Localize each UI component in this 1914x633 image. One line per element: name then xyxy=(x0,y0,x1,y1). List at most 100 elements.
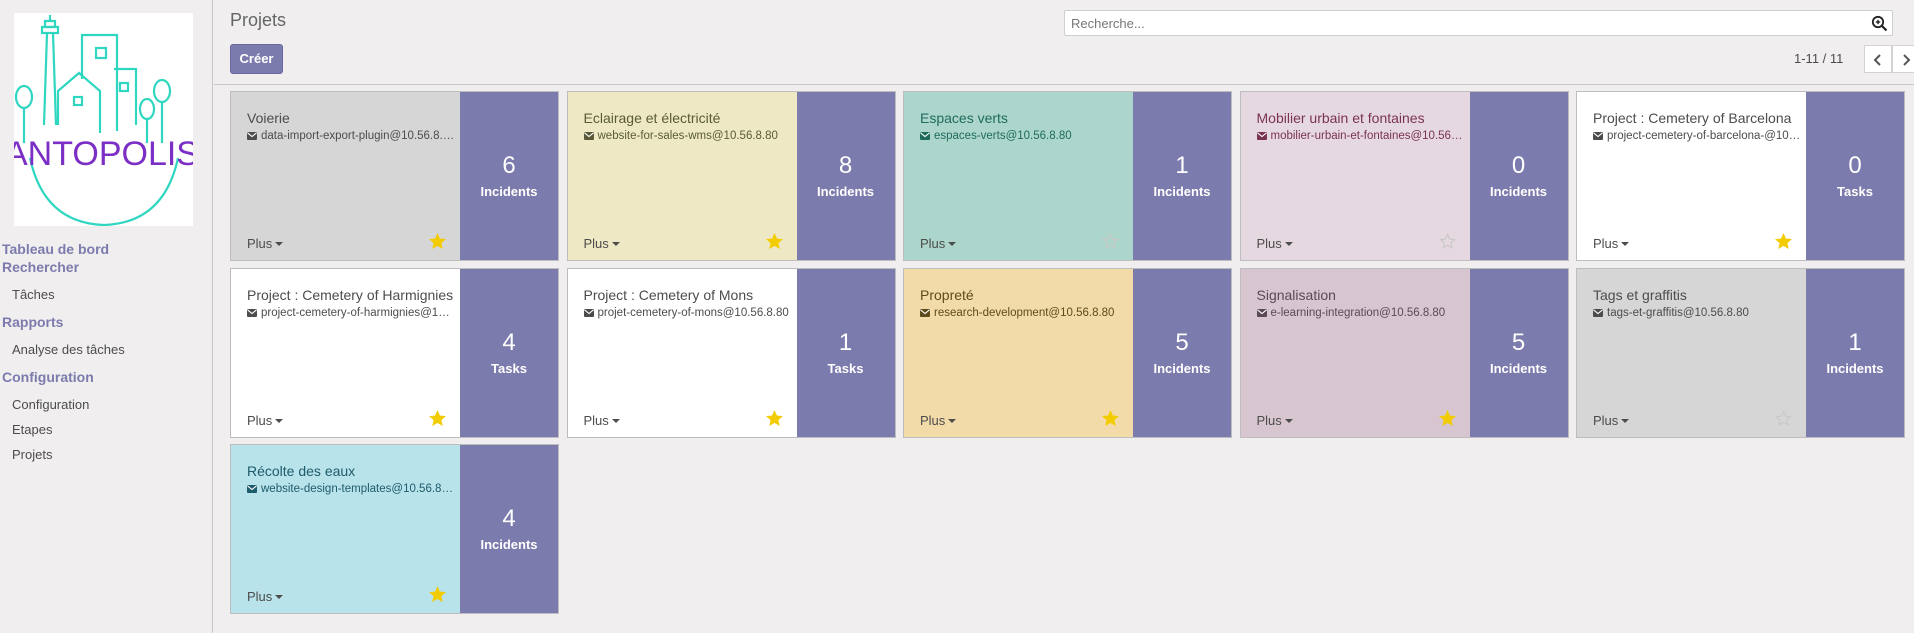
project-email-text: tags-et-graffitis@10.56.8.80 xyxy=(1607,306,1749,319)
project-email-text: website-for-sales-wms@10.56.8.80 xyxy=(597,130,778,142)
nav-item-projects[interactable]: Projets xyxy=(0,442,212,467)
more-dropdown[interactable]: Plus xyxy=(1257,236,1293,251)
create-button[interactable]: Créer xyxy=(230,44,283,74)
project-card-body[interactable]: Signalisation e-learning-integration@10.… xyxy=(1240,268,1470,437)
task-count-label: Tasks xyxy=(1837,184,1873,199)
app-logo[interactable]: ANTOPOLIS xyxy=(14,13,193,226)
more-dropdown[interactable]: Plus xyxy=(1593,236,1630,251)
project-card-body[interactable]: Project : Cemetery of Mons projet-cemete… xyxy=(567,268,797,437)
task-count-label: Incidents xyxy=(480,184,538,199)
project-card-body[interactable]: Propreté research-development@10.56.8.80… xyxy=(904,268,1133,437)
page-title: Projets xyxy=(230,10,287,30)
project-task-count-button[interactable]: 8 Incidents xyxy=(796,92,895,260)
project-name: Project : Cemetery of Harmignies xyxy=(247,286,454,303)
project-card-6[interactable]: Project : Cemetery of Harmignies project… xyxy=(230,267,559,438)
more-dropdown[interactable]: Plus xyxy=(1593,412,1630,428)
nav-item-task-analysis[interactable]: Analyse des tâches xyxy=(0,337,212,362)
search-icon[interactable] xyxy=(1871,15,1888,32)
caret-down-icon xyxy=(611,242,620,246)
nav-section-reports[interactable]: Rapports xyxy=(0,313,212,331)
project-card-1[interactable]: Voierie data-import-export-plugin@10.56.… xyxy=(230,91,559,261)
more-dropdown[interactable]: Plus xyxy=(247,413,284,428)
sidebar: ANTOPOLIS Tableau de bord Rechercher Tâc… xyxy=(0,0,213,633)
project-task-count-button[interactable]: 0 Tasks xyxy=(1806,92,1904,260)
project-email: data-import-export-plugin@10.56.8.80 xyxy=(247,130,455,142)
envelope-icon xyxy=(247,132,257,140)
project-card-7[interactable]: Project : Cemetery of Mons projet-cemete… xyxy=(566,267,896,438)
project-card-body[interactable]: Récolte des eaux website-design-template… xyxy=(231,445,460,613)
project-task-count-button[interactable]: 5 Incidents xyxy=(1133,268,1231,437)
project-task-count-button[interactable]: 0 Incidents xyxy=(1469,92,1568,260)
more-label: Plus xyxy=(920,412,946,428)
task-count: 5 xyxy=(1511,328,1526,356)
more-label: Plus xyxy=(1593,412,1619,428)
project-card-body[interactable]: Project : Cemetery of Harmignies project… xyxy=(231,268,460,437)
nav-item-configuration[interactable]: Configuration xyxy=(0,392,212,417)
search-input[interactable]: Recherche... xyxy=(1064,10,1893,36)
nav-item-stages[interactable]: Etapes xyxy=(0,417,212,442)
more-dropdown[interactable]: Plus xyxy=(1257,413,1293,428)
favorite-star-icon[interactable] xyxy=(1438,233,1456,250)
project-email: tags-et-graffitis@10.56.8.80 xyxy=(1593,307,1801,319)
project-card-9[interactable]: Signalisation e-learning-integration@10.… xyxy=(1239,267,1569,438)
project-email-text: e-learning-integration@10.56.8.80 xyxy=(1270,306,1446,319)
project-task-count-button[interactable]: 1 Incidents xyxy=(1806,268,1904,437)
favorite-star-icon[interactable] xyxy=(765,233,783,250)
project-email: website-for-sales-wms@10.56.8.80 xyxy=(583,130,792,142)
pager-value[interactable]: 1-11 / 11 xyxy=(1794,51,1843,66)
project-card-body[interactable]: Tags et graffitis tags-et-graffitis@10.5… xyxy=(1577,268,1806,437)
pager-next-button[interactable] xyxy=(1892,45,1914,73)
more-label: Plus xyxy=(1593,236,1619,251)
project-task-count-button[interactable]: 1 Tasks xyxy=(796,268,895,437)
project-card-body[interactable]: Eclairage et électricité website-for-sal… xyxy=(567,92,797,260)
more-dropdown[interactable]: Plus xyxy=(247,236,284,251)
more-dropdown[interactable]: Plus xyxy=(584,236,620,251)
project-name: Propreté xyxy=(920,286,974,303)
task-count: 4 xyxy=(502,505,516,532)
project-card-8[interactable]: Propreté research-development@10.56.8.80… xyxy=(903,267,1232,438)
favorite-star-icon[interactable] xyxy=(1438,409,1456,427)
project-card-body[interactable]: Project : Cemetery of Barcelona project-… xyxy=(1577,92,1806,260)
project-card-10[interactable]: Tags et graffitis tags-et-graffitis@10.5… xyxy=(1576,267,1905,438)
project-email-text: mobilier-urbain-et-fontaines@10.56.8.80 xyxy=(1270,130,1465,142)
favorite-star-icon[interactable] xyxy=(429,586,446,603)
nav-item-tasks[interactable]: Tâches xyxy=(0,282,212,307)
project-card-2[interactable]: Eclairage et électricité website-for-sal… xyxy=(566,91,896,261)
envelope-icon xyxy=(920,132,930,140)
task-count-label: Incidents xyxy=(1489,184,1548,199)
more-dropdown[interactable]: Plus xyxy=(584,413,620,428)
project-card-3[interactable]: Espaces verts espaces-verts@10.56.8.80 P… xyxy=(903,91,1232,261)
pager-previous-button[interactable] xyxy=(1864,45,1892,73)
project-task-count-button[interactable]: 6 Incidents xyxy=(460,92,558,260)
project-card-4[interactable]: Mobilier urbain et fontaines mobilier-ur… xyxy=(1239,91,1569,261)
more-dropdown[interactable]: Plus xyxy=(920,236,957,251)
project-task-count-button[interactable]: 4 Tasks xyxy=(460,268,558,437)
favorite-star-icon[interactable] xyxy=(1102,409,1119,427)
more-dropdown[interactable]: Plus xyxy=(247,589,284,604)
project-email: website-design-templates@10.56.8.80 xyxy=(247,483,455,495)
favorite-star-icon[interactable] xyxy=(1102,233,1119,250)
favorite-star-icon[interactable] xyxy=(765,409,783,427)
nav-section-search[interactable]: Rechercher xyxy=(0,258,212,276)
main-content: Projets Créer Recherche... 1-11 / 11 Voi… xyxy=(214,0,1914,633)
project-card-body[interactable]: Mobilier urbain et fontaines mobilier-ur… xyxy=(1240,92,1470,260)
project-card-body[interactable]: Espaces verts espaces-verts@10.56.8.80 P… xyxy=(904,92,1133,260)
nav-section-configuration[interactable]: Configuration xyxy=(0,368,212,386)
project-task-count-button[interactable]: 5 Incidents xyxy=(1469,268,1568,437)
project-email: project-cemetery-of-barcelona-@10.56.8.8… xyxy=(1593,130,1801,142)
favorite-star-icon[interactable] xyxy=(1775,233,1792,250)
task-count: 4 xyxy=(502,328,516,356)
project-task-count-button[interactable]: 4 Incidents xyxy=(460,445,558,613)
favorite-star-icon[interactable] xyxy=(429,233,446,250)
project-card-5[interactable]: Project : Cemetery of Barcelona project-… xyxy=(1576,91,1905,261)
project-card-body[interactable]: Voierie data-import-export-plugin@10.56.… xyxy=(231,92,460,260)
favorite-star-icon[interactable] xyxy=(1775,409,1792,427)
project-email: project-cemetery-of-harmignies@10.56.8.8… xyxy=(247,307,455,319)
more-dropdown[interactable]: Plus xyxy=(920,412,957,428)
project-name: Signalisation xyxy=(1256,286,1336,303)
project-task-count-button[interactable]: 1 Incidents xyxy=(1133,92,1231,260)
favorite-star-icon[interactable] xyxy=(429,409,446,427)
project-card-11[interactable]: Récolte des eaux website-design-template… xyxy=(230,444,559,614)
project-email: mobilier-urbain-et-fontaines@10.56.8.80 xyxy=(1256,130,1465,142)
nav-section-dashboard[interactable]: Tableau de bord xyxy=(0,240,212,258)
